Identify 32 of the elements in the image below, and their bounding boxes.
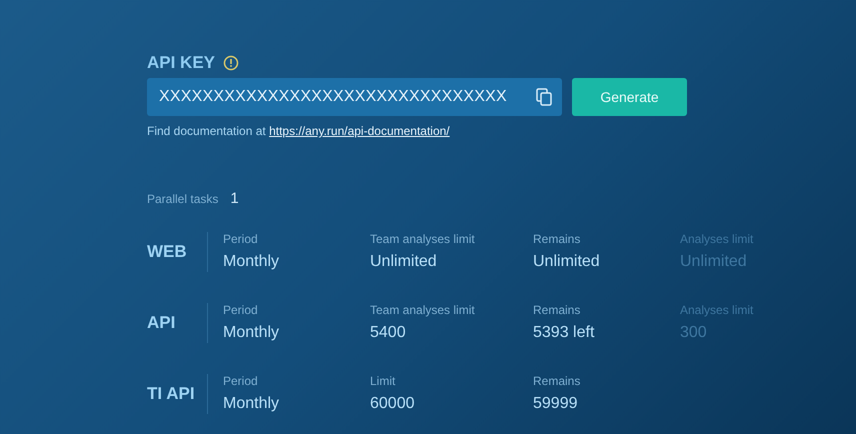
field-value: Unlimited [680, 253, 748, 271]
field-value: Unlimited [370, 253, 438, 271]
parallel-tasks-label: Parallel tasks [147, 192, 218, 206]
warning-icon [223, 55, 240, 71]
field-label: Analyses limit [680, 303, 754, 317]
plan-name: API [147, 312, 176, 332]
copy-icon[interactable] [536, 88, 552, 106]
field-label: Remains [533, 374, 582, 388]
field-label: Remains [533, 303, 582, 317]
documentation-text: Find documentation at [147, 124, 267, 138]
field-label: Period [223, 374, 259, 388]
field-label: Team analyses limit [370, 232, 476, 246]
parallel-tasks-value: 1 [230, 190, 239, 207]
field-value: 59999 [533, 395, 578, 413]
api-key-field[interactable]: XXXXXXXXXXXXXXXXXXXXXXXXXXXXXXXX [147, 78, 562, 116]
plan-name: TI API [147, 384, 196, 404]
field-value: Unlimited [533, 253, 601, 271]
field-value: Monthly [223, 253, 280, 271]
field-value: Monthly [223, 395, 280, 413]
api-key-title: API KEY [147, 53, 216, 73]
plan-name: WEB [147, 242, 188, 262]
field-value: 5393 left [533, 324, 596, 342]
field-label: Period [223, 303, 259, 317]
field-value: 60000 [370, 395, 416, 413]
field-label: Limit [370, 374, 396, 388]
field-value: Monthly [223, 324, 280, 342]
documentation-link[interactable]: https://any.run/api-documentation/ [269, 124, 450, 138]
field-label: Period [223, 232, 259, 246]
field-value: 5400 [370, 324, 407, 342]
field-label: Remains [533, 232, 582, 246]
field-value: 300 [680, 324, 708, 342]
field-label: Team analyses limit [370, 303, 476, 317]
